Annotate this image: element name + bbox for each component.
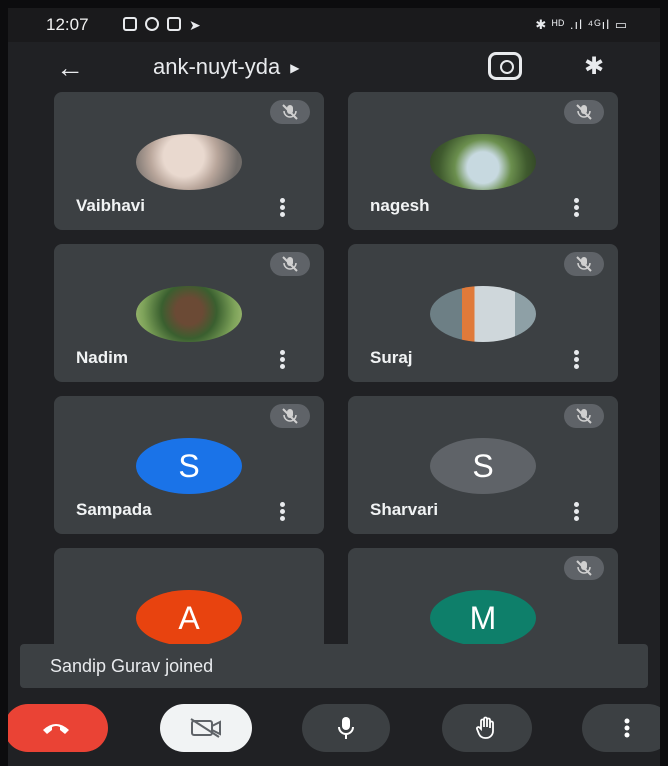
status-bar: 12:07 ➤ ✱ ᴴᴰ .ıl ⁴ᴳıl ▭	[8, 8, 660, 42]
participant-tile[interactable]: A	[54, 548, 324, 658]
participant-name: Sharvari	[370, 500, 439, 519]
camera-toggle-button[interactable]	[160, 704, 252, 752]
mic-off-icon	[564, 252, 604, 276]
toast-text: Sandip Gurav joined	[50, 656, 214, 676]
raise-hand-button[interactable]	[442, 704, 532, 752]
join-notification-toast: Sandip Gurav joined	[20, 644, 648, 688]
participant-avatar-photo	[430, 286, 536, 342]
more-vert-icon[interactable]	[280, 350, 286, 370]
more-vert-icon[interactable]	[574, 502, 580, 522]
participant-name: nagesh	[370, 196, 430, 215]
notification-icon	[123, 17, 137, 31]
participant-avatar-photo	[136, 286, 242, 342]
switch-camera-icon[interactable]	[488, 52, 522, 80]
mic-off-icon	[270, 100, 310, 124]
more-options-button[interactable]	[582, 704, 660, 752]
meeting-code-title[interactable]: ank-nuyt-yda ▶	[153, 54, 299, 80]
more-vert-icon[interactable]	[574, 350, 580, 370]
microphone-button[interactable]	[302, 704, 390, 752]
meeting-code: ank-nuyt-yda	[153, 54, 281, 79]
video-off-icon	[190, 718, 221, 738]
participant-tile[interactable]: S Sampada	[54, 396, 324, 534]
status-time: 12:07	[46, 15, 89, 34]
end-call-button[interactable]	[8, 704, 108, 752]
more-vert-icon	[624, 718, 630, 738]
status-indicators: ✱ ᴴᴰ .ıl ⁴ᴳıl ▭	[535, 17, 628, 32]
participant-name: Vaibhavi	[76, 196, 145, 215]
participant-tile[interactable]: Suraj	[348, 244, 618, 382]
participant-initial-avatar: M	[430, 590, 536, 646]
telegram-icon: ➤	[189, 17, 201, 33]
participant-initial-avatar: S	[430, 438, 536, 494]
participant-initial-avatar: A	[136, 590, 242, 646]
call-controls	[8, 698, 660, 758]
participant-tile[interactable]: M	[348, 548, 618, 658]
more-vert-icon[interactable]	[280, 198, 286, 218]
whatsapp-icon	[145, 17, 159, 31]
participant-tile[interactable]: Vaibhavi	[54, 92, 324, 230]
participant-tile[interactable]: Nadim	[54, 244, 324, 382]
caret-right-icon: ▶	[290, 61, 300, 76]
microphone-icon	[338, 717, 354, 739]
mic-off-icon	[270, 404, 310, 428]
app-icon	[167, 17, 181, 31]
end-call-icon	[43, 724, 69, 734]
mic-off-icon	[270, 252, 310, 276]
participant-avatar-photo	[136, 134, 242, 190]
participant-tile[interactable]: S Sharvari	[348, 396, 618, 534]
participant-avatar-photo	[430, 134, 536, 190]
bluetooth-icon[interactable]: ✱	[584, 52, 604, 81]
participant-name: Suraj	[370, 348, 413, 367]
participant-initial-avatar: S	[136, 438, 242, 494]
hand-icon	[476, 716, 494, 739]
back-arrow-icon[interactable]: ←	[56, 52, 84, 84]
participant-tile[interactable]: nagesh	[348, 92, 618, 230]
more-vert-icon[interactable]	[574, 198, 580, 218]
participant-name: Nadim	[76, 348, 128, 367]
notification-icons: ➤	[123, 17, 201, 34]
meeting-header: ← ank-nuyt-yda ▶ ✱	[8, 42, 660, 92]
mic-off-icon	[564, 100, 604, 124]
meet-screen: 12:07 ➤ ✱ ᴴᴰ .ıl ⁴ᴳıl ▭ ← ank-nuyt-yda ▶ …	[8, 8, 660, 766]
mic-off-icon	[564, 404, 604, 428]
participant-name: Sampada	[76, 500, 152, 519]
more-vert-icon[interactable]	[280, 502, 286, 522]
mic-off-icon	[564, 556, 604, 580]
